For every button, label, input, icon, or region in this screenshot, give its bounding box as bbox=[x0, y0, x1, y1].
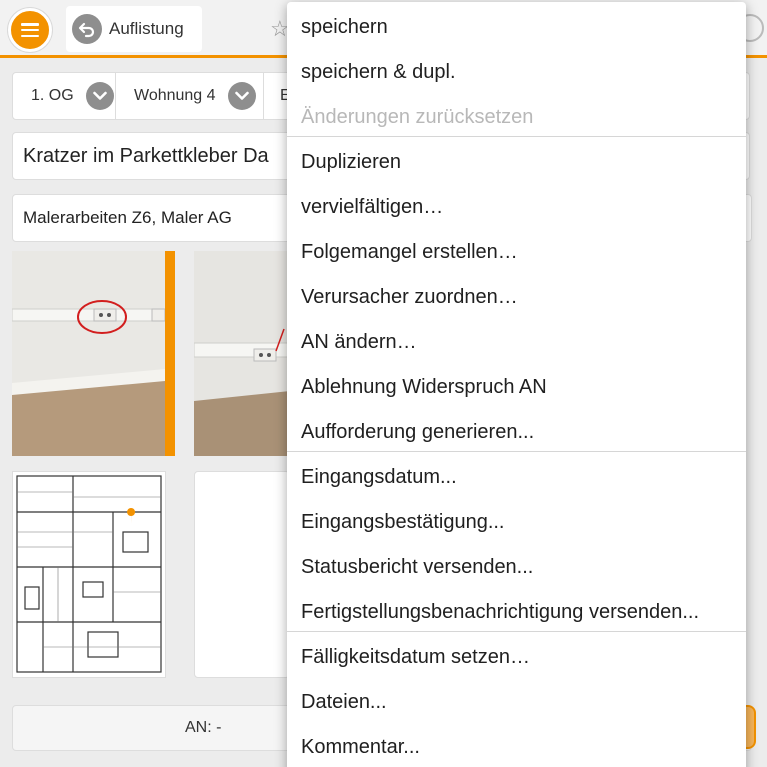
menu-item-generate-request[interactable]: Aufforderung generieren... bbox=[301, 420, 534, 444]
menu-item-set-due-date[interactable]: Fälligkeitsdatum setzen… bbox=[301, 645, 530, 669]
menu-item-send-status-report[interactable]: Statusbericht versenden... bbox=[301, 555, 533, 579]
menu-item-send-completion-notice[interactable]: Fertigstellungsbenachrichtigung versende… bbox=[301, 600, 699, 624]
defect-photo[interactable] bbox=[194, 251, 290, 456]
menu-item-receipt-date[interactable]: Eingangsdatum... bbox=[301, 465, 457, 489]
context-menu: speichern speichern & dupl. Änderungen z… bbox=[287, 2, 746, 767]
chevron-down-icon bbox=[85, 82, 114, 110]
menu-item-comment[interactable]: Kommentar... bbox=[301, 735, 420, 759]
menu-separator bbox=[287, 451, 746, 452]
back-button-label: Auflistung bbox=[109, 19, 184, 38]
menu-item-files[interactable]: Dateien... bbox=[301, 690, 387, 714]
menu-item-save-duplicate[interactable]: speichern & dupl. bbox=[301, 60, 456, 84]
menu-separator bbox=[287, 631, 746, 632]
main-menu-button[interactable] bbox=[8, 8, 52, 52]
floor-plan-thumbnail[interactable] bbox=[12, 471, 166, 678]
unit-value: Wohnung 4 bbox=[134, 87, 216, 104]
menu-separator bbox=[287, 136, 746, 137]
menu-item-replicate[interactable]: vervielfältigen… bbox=[301, 195, 443, 219]
menu-item-follow-up-defect[interactable]: Folgemangel erstellen… bbox=[301, 240, 518, 264]
floor-value: 1. OG bbox=[31, 87, 74, 104]
menu-item-reset-changes: Änderungen zurücksetzen bbox=[301, 106, 534, 128]
back-arrow-icon bbox=[72, 14, 102, 44]
contractor-label: AN: - bbox=[185, 719, 222, 736]
menu-item-save[interactable]: speichern bbox=[301, 15, 388, 39]
menu-icon bbox=[21, 23, 39, 37]
menu-item-change-contractor[interactable]: AN ändern… bbox=[301, 330, 417, 354]
menu-item-duplicate[interactable]: Duplizieren bbox=[301, 150, 401, 174]
floor-select[interactable]: 1. OG bbox=[13, 73, 116, 119]
defect-photo[interactable] bbox=[12, 251, 175, 456]
chevron-down-icon bbox=[227, 82, 256, 110]
menu-item-reject-objection[interactable]: Ablehnung Widerspruch AN bbox=[301, 375, 547, 399]
menu-item-assign-causer[interactable]: Verursacher zuordnen… bbox=[301, 285, 518, 309]
menu-item-receipt-confirmation[interactable]: Eingangsbestätigung... bbox=[301, 510, 505, 534]
add-photo-tile[interactable] bbox=[194, 471, 290, 678]
back-to-list-button[interactable]: Auflistung bbox=[66, 6, 202, 52]
unit-select[interactable]: Wohnung 4 bbox=[116, 73, 264, 119]
